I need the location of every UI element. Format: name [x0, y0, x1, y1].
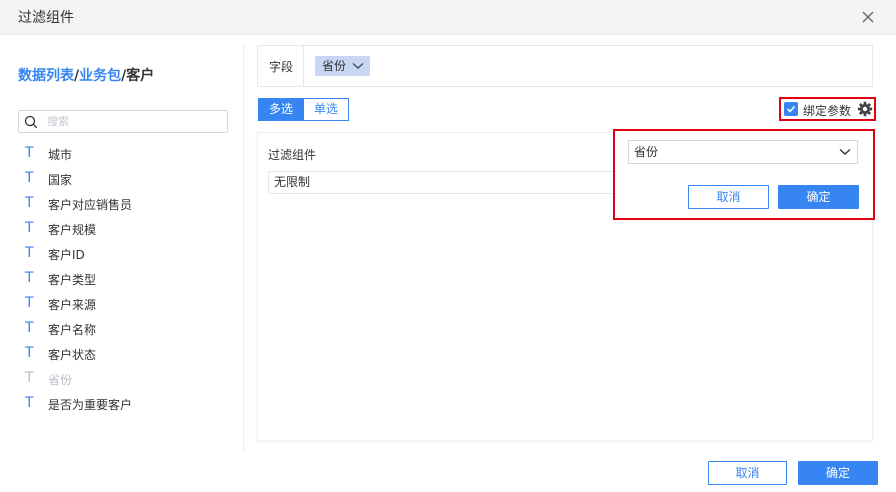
breadcrumb-current-table: 客户: [126, 68, 155, 84]
field-label: 国家: [48, 173, 73, 187]
field-row-divider: [303, 46, 304, 86]
preview-title: 过滤组件: [268, 148, 317, 162]
parameter-select[interactable]: 省份: [628, 140, 858, 164]
text-type-icon: T: [25, 295, 34, 311]
field-item-customer-status[interactable]: T 客户状态: [0, 341, 243, 366]
search-input[interactable]: [47, 113, 223, 130]
field-item-sales-rep[interactable]: T 客户对应销售员: [0, 191, 243, 216]
popup-cancel-button[interactable]: 取消: [688, 185, 769, 209]
field-drop-row: 字段 省份: [257, 45, 873, 87]
check-icon: [786, 105, 796, 113]
text-type-icon: T: [25, 195, 34, 211]
mode-single-select[interactable]: 单选: [304, 98, 350, 121]
field-tag-label: 省份: [322, 59, 347, 73]
selection-mode-toggle: 多选 单选: [258, 98, 350, 121]
dialog-titlebar: 过滤组件: [0, 0, 896, 35]
field-item-customer-source[interactable]: T 客户来源: [0, 291, 243, 316]
text-type-icon: T: [25, 270, 34, 286]
close-icon[interactable]: [858, 7, 878, 27]
parameter-select-value: 省份: [634, 145, 659, 159]
field-sidebar: 数据列表/业务包/客户 T 城市 T 国家 T 客户对应销售员 T 客户规模: [0, 36, 243, 452]
breadcrumb-data-list[interactable]: 数据列表: [18, 68, 74, 84]
chevron-down-icon: [352, 62, 364, 69]
chevron-down-icon: [839, 148, 851, 155]
cancel-button[interactable]: 取消: [708, 461, 787, 485]
preview-filter-value[interactable]: 无限制: [268, 171, 618, 194]
field-item-important-customer[interactable]: T 是否为重要客户: [0, 391, 243, 416]
field-label: 客户名称: [48, 323, 97, 337]
popup-confirm-button[interactable]: 确定: [778, 185, 859, 209]
field-label: 是否为重要客户: [48, 398, 133, 412]
mode-multi-select[interactable]: 多选: [258, 98, 305, 121]
field-tag-province[interactable]: 省份: [315, 56, 371, 76]
field-label: 客户ID: [48, 248, 85, 262]
bind-parameter-checkbox[interactable]: [784, 102, 798, 116]
field-label: 客户类型: [48, 273, 97, 287]
breadcrumb-business-package[interactable]: 业务包: [79, 68, 121, 84]
search-icon: [24, 115, 38, 129]
field-item-country[interactable]: T 国家: [0, 166, 243, 191]
field-item-customer-id[interactable]: T 客户ID: [0, 241, 243, 266]
text-type-icon: T: [25, 345, 34, 361]
field-label: 客户规模: [48, 223, 97, 237]
parameter-binding-popup: 省份 取消 确定: [613, 129, 875, 220]
field-item-city[interactable]: T 城市: [0, 141, 243, 166]
field-row-label: 字段: [269, 60, 294, 74]
text-type-icon: T: [25, 320, 34, 336]
field-list: T 城市 T 国家 T 客户对应销售员 T 客户规模 T 客户ID T 客户类型: [0, 141, 243, 416]
field-item-customer-type[interactable]: T 客户类型: [0, 266, 243, 291]
bind-parameter-group: 绑定参数: [779, 97, 876, 121]
breadcrumb: 数据列表/业务包/客户: [18, 65, 154, 85]
field-label: 城市: [48, 148, 73, 162]
confirm-button[interactable]: 确定: [798, 461, 878, 485]
field-item-customer-scale[interactable]: T 客户规模: [0, 216, 243, 241]
field-label: 客户对应销售员: [48, 198, 133, 212]
text-type-icon: T: [25, 220, 34, 236]
text-type-icon: T: [25, 245, 34, 261]
field-item-customer-name[interactable]: T 客户名称: [0, 316, 243, 341]
filter-component-dialog: 过滤组件 数据列表/业务包/客户 T 城市 T 国家 T 客户对应销售员: [0, 0, 896, 492]
bind-parameter-label: 绑定参数: [803, 104, 852, 118]
text-type-icon: T: [25, 370, 34, 386]
field-label: 省份: [48, 373, 73, 387]
field-label: 客户来源: [48, 298, 97, 312]
field-item-province: T 省份: [0, 366, 243, 391]
search-box: [18, 110, 228, 133]
dialog-title: 过滤组件: [18, 10, 74, 26]
field-label: 客户状态: [48, 348, 97, 362]
text-type-icon: T: [25, 170, 34, 186]
gear-icon[interactable]: [857, 101, 873, 121]
text-type-icon: T: [25, 395, 34, 411]
vertical-divider: [243, 44, 244, 452]
text-type-icon: T: [25, 145, 34, 161]
